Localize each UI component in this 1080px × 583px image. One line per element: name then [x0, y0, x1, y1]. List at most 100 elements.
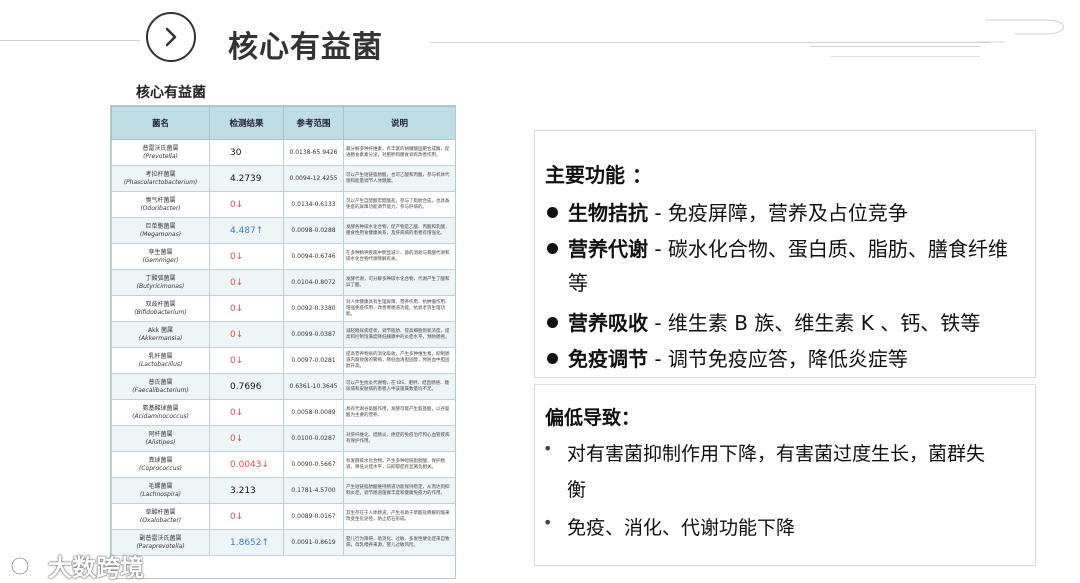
result-cell: 0↓ — [209, 347, 284, 374]
bacteria-name-cell: Akk 菌属 (Akkermansia) — [111, 321, 210, 348]
reference-range-cell: 0.0089-0.0167 — [283, 503, 344, 530]
next-button[interactable] — [146, 12, 196, 62]
bacteria-name-cell: 臭气杆菌属 (Odoribacter) — [111, 191, 210, 218]
bacteria-name-cell: 普雷沃氏菌属 (Prevotella) — [111, 139, 210, 166]
bacteria-cn-name: 双歧杆菌属 — [145, 300, 176, 308]
description-cell: 可以产生短链脂肪酸，也可乙酸和丙酸，参与机体代谢和能量调节人体健康。 — [343, 165, 455, 192]
description-cell: 提高营养物质的消化吸收，产生多种维生素，抑制肠道内腐败菌的繁殖，降低血清胆固醇，… — [343, 347, 455, 374]
low-effects-panel: 偏低导致： • 对有害菌抑制作用下降，有害菌过度生长，菌群失 衡 • 免疫、消化… — [534, 384, 1036, 566]
description-cell: 最分解多种纤维素，有丰富的胡腈酸固肥合成酶，促进膳食素素分泌，对肥胖和膳食调有改… — [343, 139, 455, 166]
header-line-right — [430, 42, 990, 43]
result-cell: 0↓ — [209, 191, 284, 218]
reference-range-cell: 0.0100-0.0287 — [283, 425, 344, 452]
bacteria-cn-name: 氨基酸球菌属 — [142, 404, 179, 412]
table-row: 臭气杆菌属 (Odoribacter) 0↓ 0.0134-0.6133 可以产生自醋酸… — [111, 191, 455, 218]
bacteria-latin-name: (Akkermansia) — [138, 334, 183, 342]
bacteria-cn-name: 阿杆菌属 — [148, 430, 173, 438]
description-cell: 对人体健康具有生理屏障、营养作用、抗肿瘤作用、增强免疫作用、改善胃肠道功能、抗衰… — [343, 295, 455, 322]
reference-range-cell: 0.0098-0.0288 — [283, 217, 344, 244]
functions-panel: 主要功能 ： 生物拮抗 - 免疫屏障，营养及占位竞争 营养代谢 - 碳水化合物、… — [534, 130, 1036, 378]
bacteria-cn-name: 草酸杆菌属 — [145, 508, 176, 516]
low-effect-item: 免疫、消化、代谢功能下降 — [567, 517, 796, 539]
result-cell: 0↓ — [209, 399, 284, 426]
result-cell: 0↓ — [209, 269, 284, 296]
function-item: 生物拮抗 - 免疫屏障，营养及占位竞争 — [547, 197, 908, 226]
bacteria-cn-name: 毛螺菌属 — [148, 482, 173, 490]
bacteria-latin-name: (Lachnospira) — [139, 490, 182, 498]
bullet-icon — [547, 353, 558, 364]
table-row: 阿杆菌属 (Alistipes) 0↓ 0.0100-0.0287 对肝纤维化、结肠炎、… — [111, 425, 455, 452]
reference-range-cell: 0.0104-0.8072 — [283, 269, 344, 296]
low-effect-item-continuation: 衡 — [567, 479, 587, 501]
bacteria-cn-name: 普氏菌属 — [148, 378, 173, 386]
bacteria-cn-name: 臭气杆菌属 — [145, 196, 176, 204]
description-cell: 发酵各种碳水化合物，促产物是乙酸、丙酸和乳酸，膳食性用食健康关系，及肝病病的患者… — [343, 217, 455, 244]
function-item: 免疫调节 - 调节免疫应答，降低炎症等 — [547, 343, 908, 372]
bacteria-latin-name: (Phascolarctobacterium) — [123, 178, 198, 186]
result-cell: 4.2739 — [209, 165, 284, 192]
result-cell: 3.213 — [209, 477, 284, 504]
bacteria-name-cell: 粪球菌属 (Coprococcus) — [111, 451, 210, 478]
bullet-icon — [547, 207, 558, 218]
result-cell: 0.7696 — [209, 373, 284, 400]
decoration-lines-icon — [975, 19, 1065, 43]
column-header: 检测结果 — [209, 106, 284, 140]
bacteria-latin-name: (Bifidobacterium) — [134, 308, 187, 316]
description-cell: 婴儿行为障碍，助消化、过敏、多发性硬化症来自致病，母乳喂养来源，婴儿过敏风险。 — [343, 529, 455, 556]
bacteria-cn-name: 巨单胞菌属 — [145, 222, 176, 230]
bacteria-name-cell: 草酸杆菌属 (Oxalobacter) — [111, 503, 210, 530]
deco-line-3 — [830, 56, 980, 57]
description-cell: 可以产生抗炎代谢物，在 IBS、肥胖、结直肠癌、糖尿病和皮肤病的患者人中该菌属数… — [343, 373, 455, 400]
bacteria-cn-name: 副普雷沃氏菌属 — [139, 534, 182, 542]
result-cell: 0↓ — [209, 295, 284, 322]
bacteria-name-cell: 丁酸弧菌属 (Butyricimonas) — [111, 269, 210, 296]
bacteria-latin-name: (Oxalobacter) — [139, 516, 182, 524]
bacteria-name-cell: 双歧杆菌属 (Bifidobacterium) — [111, 295, 210, 322]
bacteria-latin-name: (Alistipes) — [145, 438, 176, 446]
result-cell: 0↓ — [209, 503, 284, 530]
result-cell: 0↓ — [209, 321, 284, 348]
table-row: 粪球菌属 (Coprococcus) 0.0043↓ 0.0090-0.5667 有发酵… — [111, 451, 455, 478]
description-cell: 具有代谢谷氨酸作用，发酵可能产生氨基酸，以谷氨酸为主要的营养。 — [343, 399, 455, 426]
result-cell: 4.487↑ — [209, 217, 284, 244]
bacteria-cn-name: 丁酸弧菌属 — [145, 274, 176, 282]
column-header: 说明 — [343, 106, 455, 140]
reference-range-cell: 0.0094-12.4255 — [283, 165, 344, 192]
bacteria-name-cell: 氨基酸球菌属 (Acidaminococcus) — [111, 399, 210, 426]
result-cell: 0↓ — [209, 425, 284, 452]
table-row: 副普雷沃氏菌属 (Paraprevotella) 1.8652↑ 0.0091-0.8… — [111, 529, 455, 556]
description-cell: 在多种精神疾病中明显减少，菌的消耗与氯酸代谢和碳水化合物代谢降解有关。 — [343, 243, 455, 270]
deco-line-2 — [810, 46, 980, 47]
bacteria-cn-name: 孪生菌属 — [148, 248, 173, 256]
table-row: 孪生菌属 (Gemmiger) 0↓ 0.0094-0.6746 在多种精神疾病中明显减… — [111, 243, 455, 270]
bacteria-latin-name: (Gemmiger) — [142, 256, 179, 264]
description-cell: 产生短链脂肪酸维持肠道功能保持稳定，从而达到抑制炎症，调节肠道菌群丰度和健康免疫… — [343, 477, 455, 504]
result-cell: 1.8652↑ — [209, 529, 284, 556]
table-row: 草酸杆菌属 (Oxalobacter) 0↓ 0.0089-0.0167 其生存在于人体… — [111, 503, 455, 530]
bacteria-latin-name: (Lactobacillus) — [138, 360, 183, 368]
bacteria-cn-name: 普雷沃氏菌属 — [142, 144, 179, 152]
reference-range-cell: 0.0099-0.0387 — [283, 321, 344, 348]
bacteria-cn-name: Akk 菌属 — [148, 326, 173, 334]
table-row: 丁酸弧菌属 (Butyricimonas) 0↓ 0.0104-0.8072 发酵代谢，… — [111, 269, 455, 296]
reference-range-cell: 0.0058-0.0089 — [283, 399, 344, 426]
low-effects-title: 偏低导致： — [545, 407, 641, 429]
bacteria-cn-name: 乳杆菌属 — [148, 352, 173, 360]
table-row: 巨单胞菌属 (Megamonas) 4.487↑ 0.0098-0.0288 发酵各种碳… — [111, 217, 455, 244]
column-header: 参考范围 — [283, 106, 344, 140]
bacteria-name-cell: 巨单胞菌属 (Megamonas) — [111, 217, 210, 244]
bacteria-latin-name: (Faecalibacterium) — [132, 386, 189, 394]
bacteria-name-cell: 毛螺菌属 (Lachnospira) — [111, 477, 210, 504]
bacteria-name-cell: 普氏菌属 (Faecalibacterium) — [111, 373, 210, 400]
reference-range-cell: 0.0091-0.8619 — [283, 529, 344, 556]
reference-range-cell: 0.6361-10.3645 — [283, 373, 344, 400]
table-row: 普氏菌属 (Faecalibacterium) 0.7696 0.6361-10.36… — [111, 373, 455, 400]
bacteria-latin-name: (Acidaminococcus) — [132, 412, 189, 420]
header-line-left — [0, 40, 140, 41]
watermark-text: 大数跨境 — [48, 554, 144, 582]
table-caption: 核心有益菌 — [136, 85, 206, 101]
column-header: 菌名 — [111, 106, 210, 140]
chevron-right-icon — [165, 27, 177, 47]
table-row: 普雷沃氏菌属 (Prevotella) 30 0.0138-65.9426 最分解多种纤… — [111, 139, 455, 166]
function-item-continuation: 等 — [568, 271, 588, 295]
